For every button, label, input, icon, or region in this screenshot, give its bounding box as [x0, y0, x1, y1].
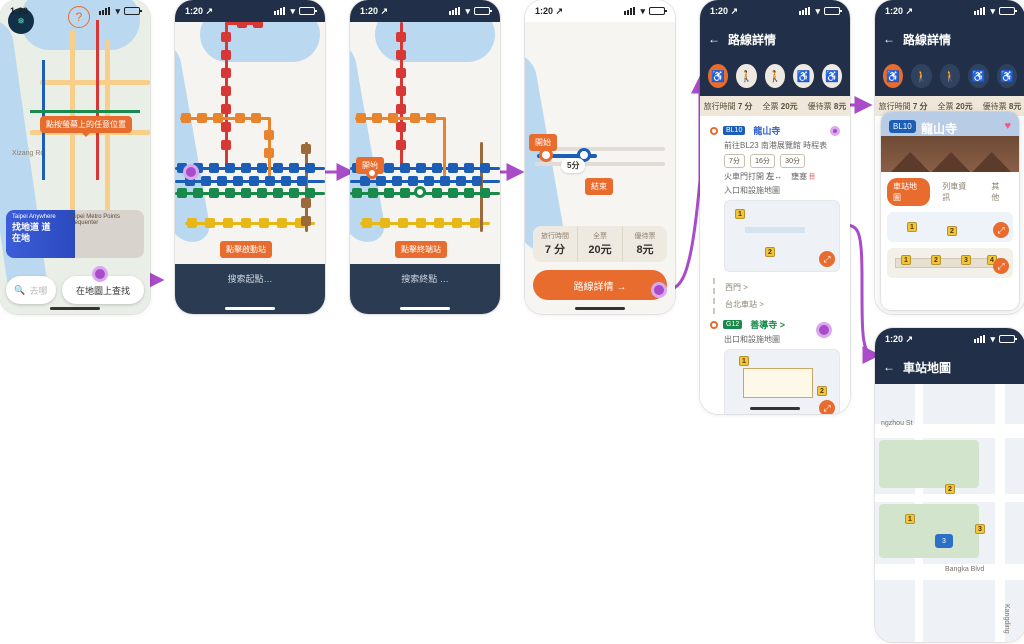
schedule-text: 前往BL23 南港展覽館 時程表	[724, 140, 840, 151]
statusbar: 1:20 ↗ ▾	[175, 0, 325, 22]
header: ← 路線詳情	[700, 22, 850, 56]
mode-accessible2[interactable]: ♿	[822, 64, 842, 88]
expand-icon[interactable]: ⤢	[993, 258, 1009, 274]
mode-wheelchair[interactable]: ♿	[708, 64, 728, 88]
congestion-icon: ⦙⦙⦙	[809, 172, 814, 181]
start-label: 開始	[529, 134, 557, 151]
station-start[interactable]	[366, 167, 378, 179]
station-selected[interactable]	[414, 186, 426, 198]
expand-icon[interactable]: ⤢	[993, 222, 1009, 238]
promo-banner[interactable]: Taipei Anywhere 找地道 道在地 Taipei Metro Poi…	[6, 210, 144, 258]
statusbar: 1:20 ↗ ▾	[350, 0, 500, 22]
line-code: G12	[723, 320, 742, 329]
mini-area-map[interactable]: 1 2 ⤢	[887, 212, 1013, 242]
station-area-map[interactable]: ngzhou St Bangka Blvd Kangding 1 2 3 3	[875, 384, 1024, 642]
statusbar: 1:20 ↗ ▾	[700, 0, 850, 22]
screen-route-detail: 1:20 ↗ ▾ ← 路線詳情 ♿ 🚶 🚶 ♿ ♿ 旅行時間 7 分 全票 20…	[700, 0, 850, 414]
trip-stats: 旅行時間 7 分 全票 20元 優待票 8元	[700, 96, 850, 116]
flow-anchor	[92, 266, 108, 282]
station-sheet: BL10 龍山寺 ♥ 車站地圖 列車資訊 其他 1 2 ⤢ 1 2 3 4	[881, 112, 1019, 310]
sheet-tabs: 車站地圖 列車資訊 其他	[881, 172, 1019, 212]
expand-icon[interactable]: ⤢	[819, 251, 835, 267]
hint-tooltip: 點按螢幕上的任意位置	[40, 116, 132, 133]
back-icon[interactable]: ←	[883, 32, 895, 46]
back-icon[interactable]: ←	[883, 360, 895, 374]
metro-map[interactable]: 點擊啟動站	[175, 22, 325, 264]
statusbar: 1:20 ▾	[0, 0, 150, 22]
travel-time-pill: 5分	[561, 158, 585, 173]
intermediate-stops[interactable]: 西門 > 台北車站 >	[713, 278, 840, 314]
road-label: Xizang Rd	[12, 150, 44, 157]
screen-station-map: 1:20 ↗▾ ←車站地圖 ngzhou St Bangka Blvd Kang…	[875, 328, 1024, 642]
expand-icon[interactable]: ⤢	[819, 400, 835, 414]
screen-map-home: 1:20 ▾ Xizang Rd ❅ ? 點按螢幕上的任意位置 Taipei A…	[0, 0, 150, 314]
map-canvas[interactable]: Xizang Rd ❅ ? 點按螢幕上的任意位置 Taipei Anywhere…	[0, 0, 150, 314]
flow-anchor	[816, 322, 832, 338]
page-title: 路線詳情	[728, 31, 776, 48]
hint-tooltip: 點擊終端站	[395, 241, 447, 258]
line-code: BL10	[723, 126, 745, 135]
favorite-icon[interactable]: ♥	[1004, 120, 1011, 132]
mode-selector: ♿ 🚶 🚶 ♿ ♿	[700, 56, 850, 96]
route-detail-button[interactable]: 路線詳情 →	[533, 270, 667, 300]
tab-train-info[interactable]: 列車資訊	[936, 178, 979, 206]
metro-map[interactable]: 開始 點擊終端站	[350, 22, 500, 264]
time-chip[interactable]: 30分	[780, 154, 805, 168]
time-chip[interactable]: 16分	[750, 154, 775, 168]
end-label: 結束	[585, 178, 613, 195]
hint-tooltip: 點擊啟動站	[220, 241, 272, 258]
tab-other[interactable]: 其他	[985, 178, 1013, 206]
tab-station-map[interactable]: 車站地圖	[887, 178, 930, 206]
station-link[interactable]: 龍山寺	[753, 124, 780, 137]
mode-accessible[interactable]: ♿	[793, 64, 813, 88]
flow-anchor	[830, 126, 840, 136]
search-icon: 🔍	[14, 285, 25, 296]
screen-route-summary: 1:20 ↗ ▾ ← 開始 5分 結束 旅行時間7 分 全票20元 優待票8元 …	[525, 0, 675, 314]
route-shield: 3	[935, 534, 953, 548]
route-timeline: BL10 龍山寺 前往BL23 南港展覽館 時程表 7分 16分 30分 火車門…	[700, 116, 850, 414]
station-name: 龍山寺	[921, 120, 957, 137]
mode-walk[interactable]: 🚶	[736, 64, 756, 88]
entrance-map[interactable]: 1 2 ⤢	[724, 200, 840, 272]
screen-station-sheet: 1:20 ↗▾ ←路線詳情 ♿ 🚶 🚶 ♿ ♿ 旅行時間 7 分 全票 20元 …	[875, 0, 1024, 314]
screen-metro-pick-start: 1:20 ↗ ▾ 10x 點擊啟動站 搜索起點…	[175, 0, 325, 314]
mini-floorplan[interactable]: 1 2 3 4 ⤢	[887, 248, 1013, 278]
fare-summary: 旅行時間7 分 全票20元 優待票8元	[533, 226, 667, 262]
back-icon[interactable]: ←	[708, 32, 720, 46]
statusbar: 1:20 ↗ ▾	[525, 0, 675, 22]
line-badge: BL10	[889, 120, 916, 133]
time-chip[interactable]: 7分	[724, 154, 745, 168]
station-link[interactable]: 善導寺 >	[750, 318, 785, 331]
mode-walk2[interactable]: 🚶	[765, 64, 785, 88]
page-title: 車站地圖	[903, 359, 951, 376]
search-pill[interactable]: 🔍 去哪	[6, 276, 56, 304]
status-time: 1:20	[10, 6, 28, 16]
flow-anchor	[651, 282, 667, 298]
flow-anchor	[183, 164, 199, 180]
station-photo: BL10 龍山寺 ♥	[881, 112, 1019, 172]
exit-map[interactable]: 1 2 ⤢	[724, 349, 840, 414]
screen-metro-pick-end: 1:20 ↗ ▾ 10x 開始 點擊終端站 搜索終點 …	[350, 0, 500, 314]
